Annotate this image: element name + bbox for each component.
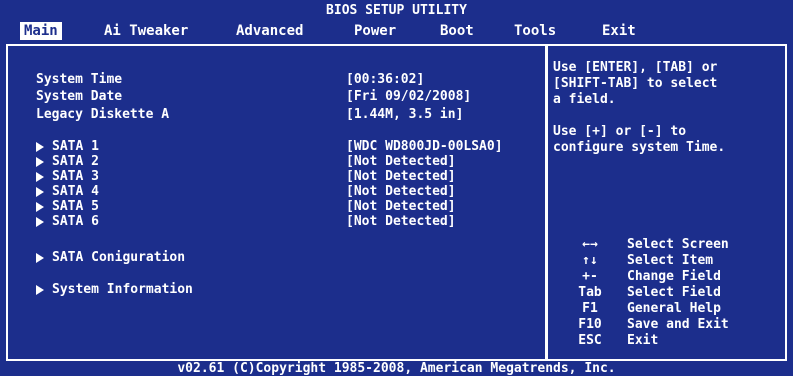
system-information-item[interactable]: System Information: [52, 282, 193, 297]
key-desc-select-screen: Select Screen: [627, 237, 729, 252]
up-down-arrows-icon: ↑↓: [582, 253, 598, 268]
sata-5-value: [Not Detected]: [346, 199, 456, 214]
system-date-value[interactable]: [Fri 09/02/2008]: [346, 89, 471, 104]
sata-configuration-item[interactable]: SATA Coniguration: [52, 250, 185, 265]
tab-main[interactable]: Main: [20, 22, 62, 40]
sata-3-value: [Not Detected]: [346, 169, 456, 184]
sata-6-value: [Not Detected]: [346, 214, 456, 229]
menu-bar: Main Ai Tweaker Advanced Power Boot Tool…: [0, 18, 793, 42]
system-time-value[interactable]: [00:36:02]: [346, 72, 424, 87]
submenu-arrow-icon: [36, 253, 44, 263]
tab-exit[interactable]: Exit: [598, 22, 640, 40]
submenu-arrow-icon: [36, 187, 44, 197]
help-line: a field.: [553, 92, 616, 107]
key-desc-save-exit: Save and Exit: [627, 317, 729, 332]
sata-4-value: [Not Detected]: [346, 184, 456, 199]
submenu-arrow-icon: [36, 157, 44, 167]
system-time-label[interactable]: System Time: [36, 72, 122, 87]
left-right-arrows-icon: ←→: [582, 237, 598, 252]
bios-title: BIOS SETUP UTILITY: [326, 3, 467, 18]
key-desc-select-field: Select Field: [627, 285, 721, 300]
key-desc-exit: Exit: [627, 333, 659, 348]
help-line: [SHIFT-TAB] to select: [553, 76, 718, 91]
pane-divider: [545, 44, 548, 361]
sata-3-label[interactable]: SATA 3: [52, 169, 99, 184]
key-f10: F10: [578, 317, 602, 332]
legacy-diskette-value[interactable]: [1.44M, 3.5 in]: [346, 107, 463, 122]
tab-advanced[interactable]: Advanced: [232, 22, 307, 40]
tab-boot[interactable]: Boot: [436, 22, 478, 40]
key-desc-select-item: Select Item: [627, 253, 714, 268]
tab-power[interactable]: Power: [350, 22, 400, 40]
help-line: Use [ENTER], [TAB] or: [553, 60, 718, 75]
submenu-arrow-icon: [36, 142, 44, 152]
sata-2-label[interactable]: SATA 2: [52, 154, 99, 169]
sata-6-label[interactable]: SATA 6: [52, 214, 99, 229]
legacy-diskette-label[interactable]: Legacy Diskette A: [36, 107, 169, 122]
key-tab: Tab: [578, 285, 602, 300]
sata-1-value: [WDC WD800JD-00LSA0]: [346, 139, 503, 154]
key-f1: F1: [582, 301, 598, 316]
submenu-arrow-icon: [36, 285, 44, 295]
sata-1-label[interactable]: SATA 1: [52, 139, 99, 154]
key-desc-change-field: Change Field: [627, 269, 721, 284]
submenu-arrow-icon: [36, 172, 44, 182]
submenu-arrow-icon: [36, 217, 44, 227]
key-desc-general-help: General Help: [627, 301, 721, 316]
tab-ai-tweaker[interactable]: Ai Tweaker: [100, 22, 192, 40]
submenu-arrow-icon: [36, 202, 44, 212]
help-line: configure system Time.: [553, 140, 726, 155]
sata-4-label[interactable]: SATA 4: [52, 184, 99, 199]
tab-tools[interactable]: Tools: [510, 22, 560, 40]
copyright-footer: v02.61 (C)Copyright 1985-2008, American …: [177, 361, 616, 376]
sata-5-label[interactable]: SATA 5: [52, 199, 99, 214]
key-esc: ESC: [578, 333, 602, 348]
system-date-label[interactable]: System Date: [36, 89, 122, 104]
help-line: Use [+] or [-] to: [553, 124, 687, 139]
sata-2-value: [Not Detected]: [346, 154, 456, 169]
key-plus-minus: +-: [582, 269, 598, 284]
